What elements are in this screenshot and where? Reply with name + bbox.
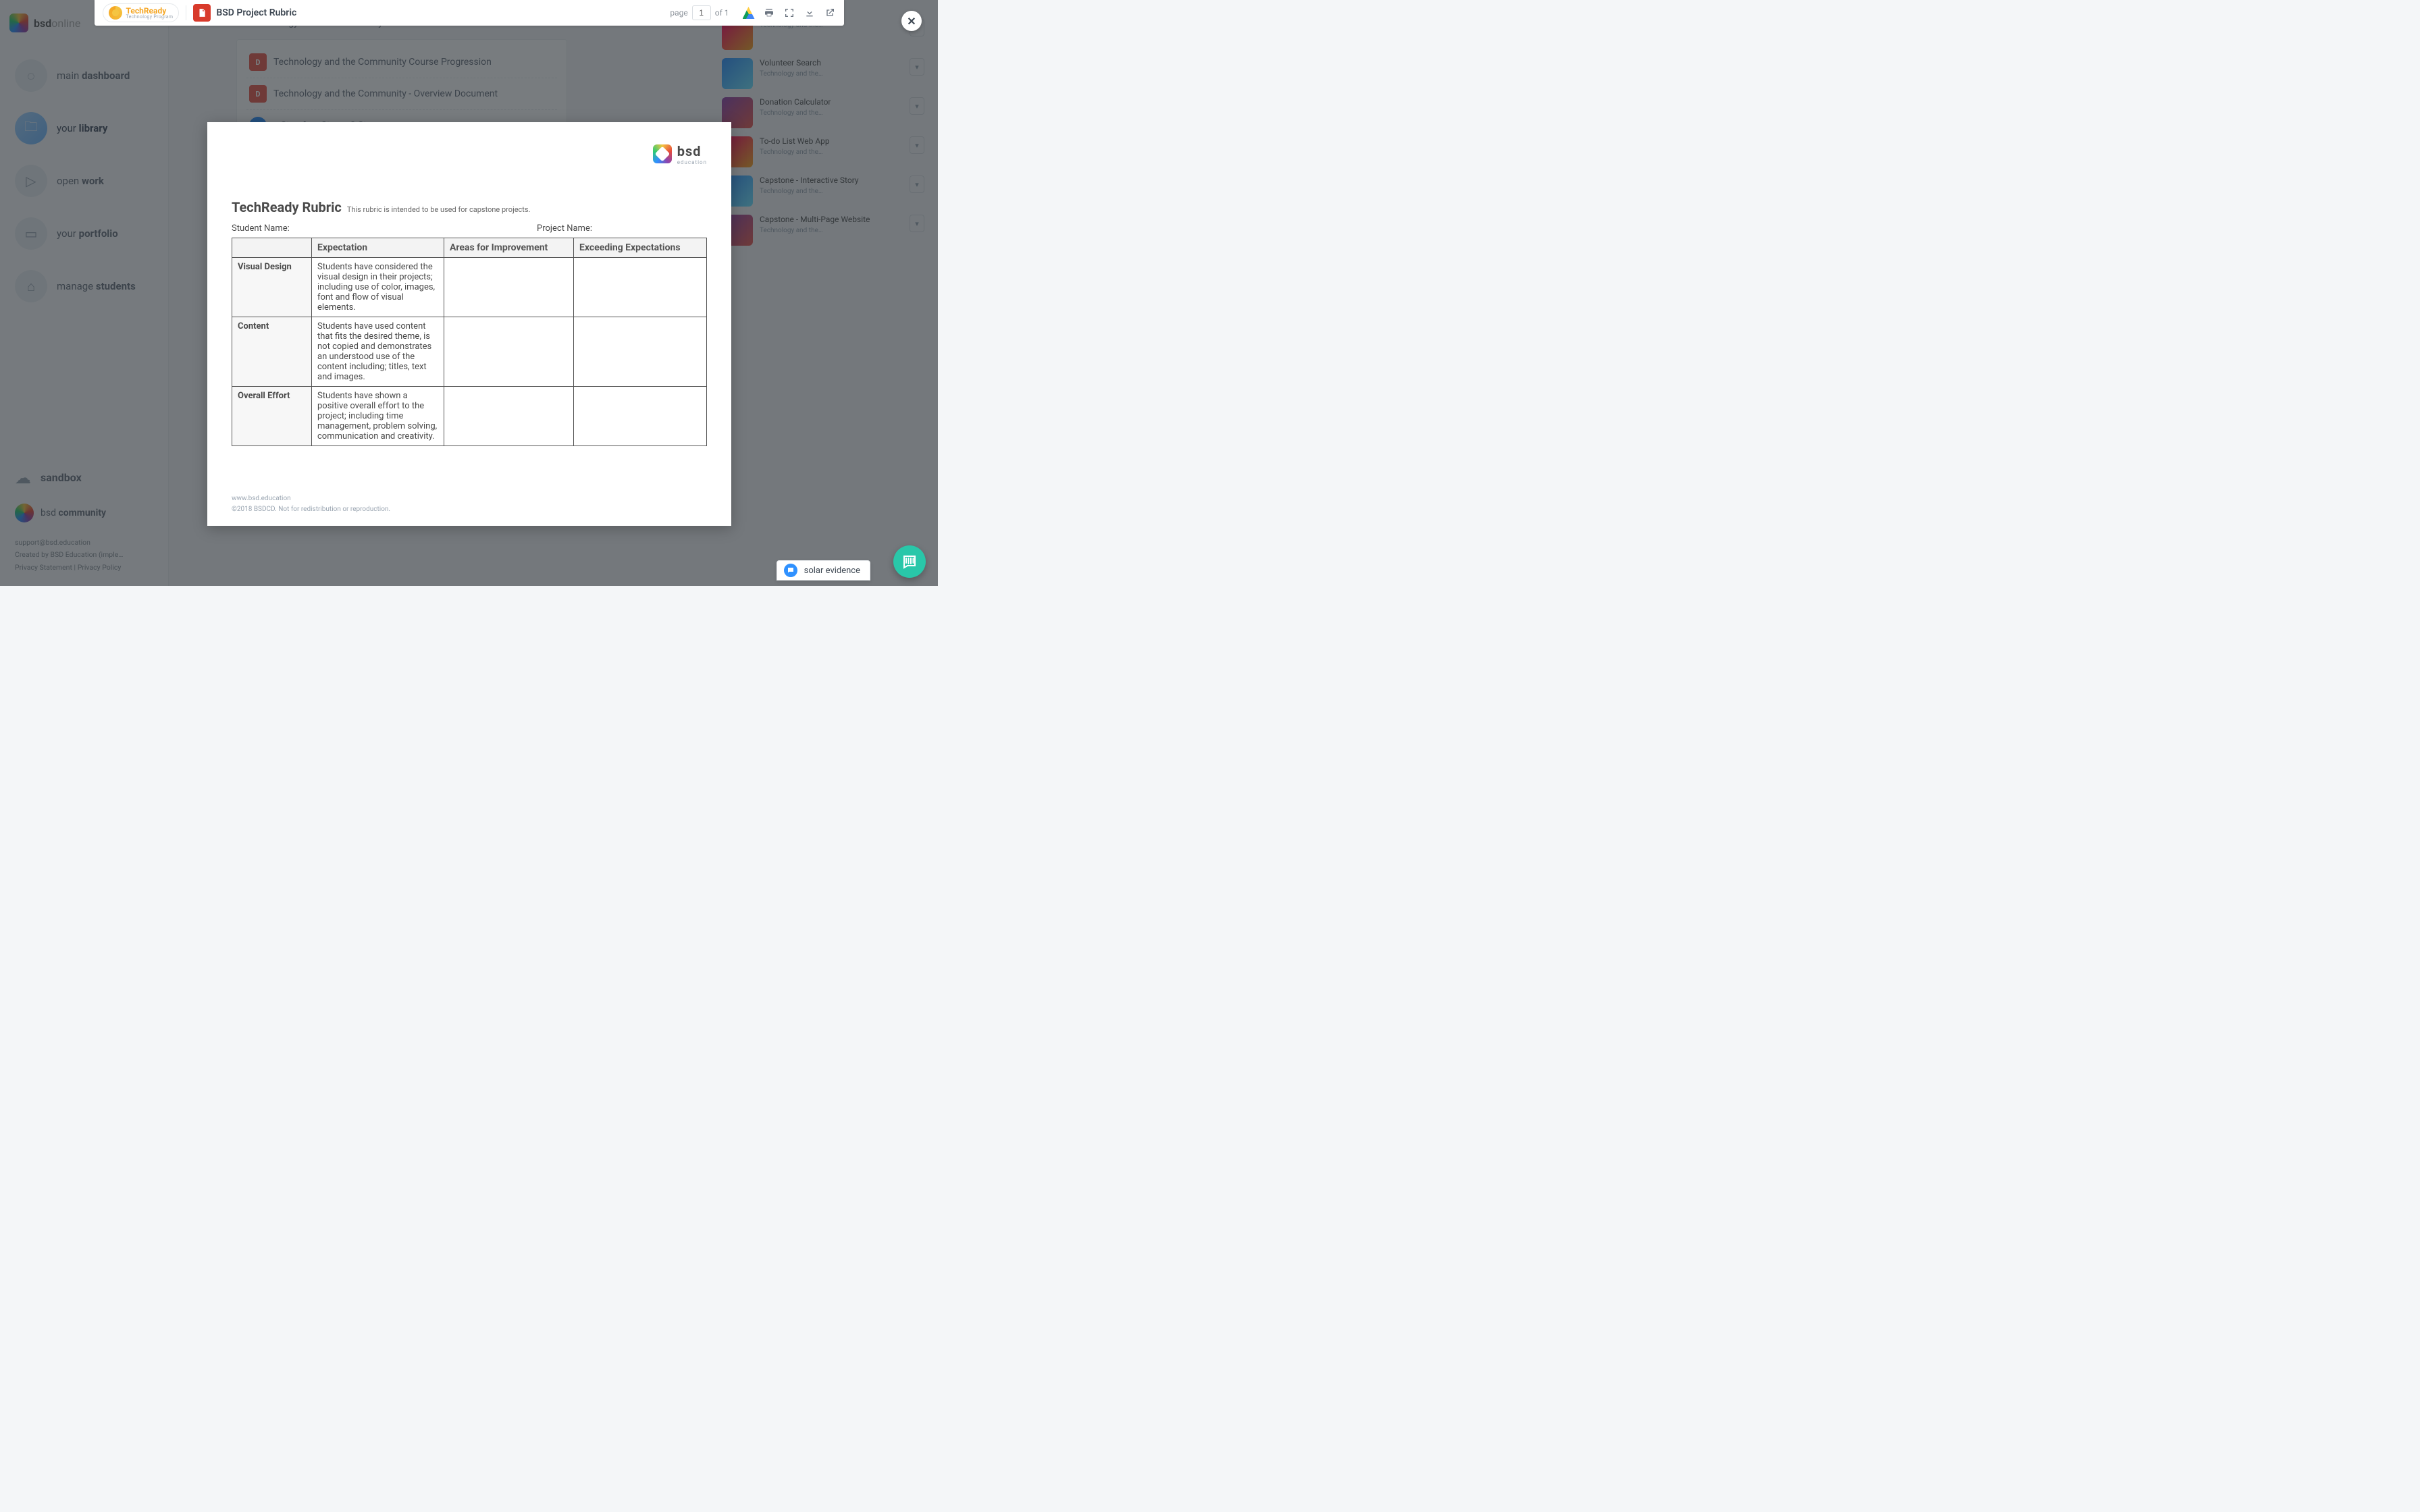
expectation-cell: Students have used content that fits the… xyxy=(312,317,444,387)
document-page: bsd education TechReady Rubric This rubr… xyxy=(207,122,731,526)
table-row: Overall Effort Students have shown a pos… xyxy=(232,387,707,446)
document-subtitle: This rubric is intended to be used for c… xyxy=(347,205,531,214)
download-icon[interactable] xyxy=(804,7,816,19)
table-header-cell: Areas for Improvement xyxy=(444,238,574,258)
exceeding-cell xyxy=(573,317,706,387)
student-name-label: Student Name: xyxy=(232,223,290,234)
page-of-label: of 1 xyxy=(715,8,729,18)
table-header-cell: Exceeding Expectations xyxy=(573,238,706,258)
project-name-label: Project Name: xyxy=(537,223,592,234)
criteria-cell: Visual Design xyxy=(232,258,312,317)
improvement-cell xyxy=(444,258,574,317)
improvement-cell xyxy=(444,317,574,387)
chat-bubble-icon xyxy=(784,564,797,577)
table-header-cell: Expectation xyxy=(312,238,444,258)
table-row: Visual Design Students have considered t… xyxy=(232,258,707,317)
program-badge-icon xyxy=(109,6,122,20)
document-title: TechReady Rubric xyxy=(232,199,342,215)
fullscreen-icon[interactable] xyxy=(783,7,795,19)
table-row: Content Students have used content that … xyxy=(232,317,707,387)
print-icon[interactable] xyxy=(763,7,775,19)
file-name: BSD Project Rubric xyxy=(216,7,296,18)
page-label: page xyxy=(670,8,687,18)
brand-wordmark: bsd xyxy=(677,143,707,159)
rubric-table: Expectation Areas for Improvement Exceed… xyxy=(232,238,707,446)
close-icon: ✕ xyxy=(907,15,916,28)
pdf-icon xyxy=(193,4,211,22)
expectation-cell: Students have considered the visual desi… xyxy=(312,258,444,317)
exceeding-cell xyxy=(573,387,706,446)
expectation-cell: Students have shown a positive overall e… xyxy=(312,387,444,446)
file-info: BSD Project Rubric xyxy=(193,4,296,22)
brand-mark-icon xyxy=(653,144,672,163)
criteria-cell: Overall Effort xyxy=(232,387,312,446)
open-external-icon[interactable] xyxy=(824,7,836,19)
table-header-cell xyxy=(232,238,312,258)
chat-title: solar evidence xyxy=(804,566,860,576)
chat-launcher[interactable] xyxy=(893,545,926,578)
chat-minimized[interactable]: solar evidence xyxy=(777,560,870,580)
brand-wordmark-sub: education xyxy=(677,159,707,165)
close-button[interactable]: ✕ xyxy=(901,11,922,31)
google-drive-icon[interactable] xyxy=(743,7,755,19)
page-control: page of 1 xyxy=(670,5,729,20)
viewer-toolbar: TechReady Technology Program BSD Project… xyxy=(95,0,844,26)
improvement-cell xyxy=(444,387,574,446)
table-header-row: Expectation Areas for Improvement Exceed… xyxy=(232,238,707,258)
exceeding-cell xyxy=(573,258,706,317)
page-input[interactable] xyxy=(692,5,711,20)
document-brand: bsd education xyxy=(653,141,707,167)
criteria-cell: Content xyxy=(232,317,312,387)
program-badge: TechReady Technology Program xyxy=(103,3,180,22)
document-footer: www.bsd.education ©2018 BSDCD. Not for r… xyxy=(232,493,707,515)
intercom-icon xyxy=(901,554,918,570)
